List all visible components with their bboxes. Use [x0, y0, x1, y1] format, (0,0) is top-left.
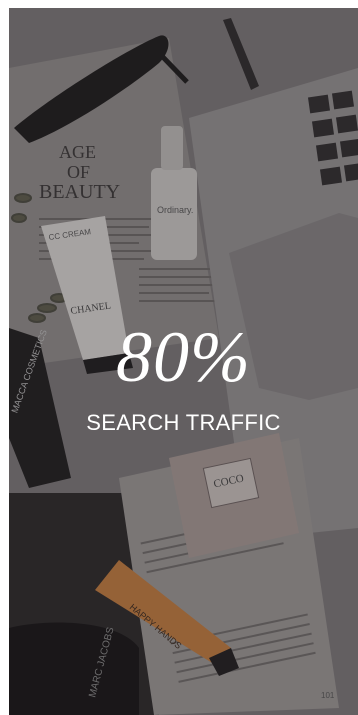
stat-value: 80% [116, 317, 251, 397]
promo-card: AGE OF BEAUTY Ordinary. CC CREAM CHANEL … [9, 8, 358, 715]
stat-label: SEARCH TRAFFIC [86, 410, 281, 435]
